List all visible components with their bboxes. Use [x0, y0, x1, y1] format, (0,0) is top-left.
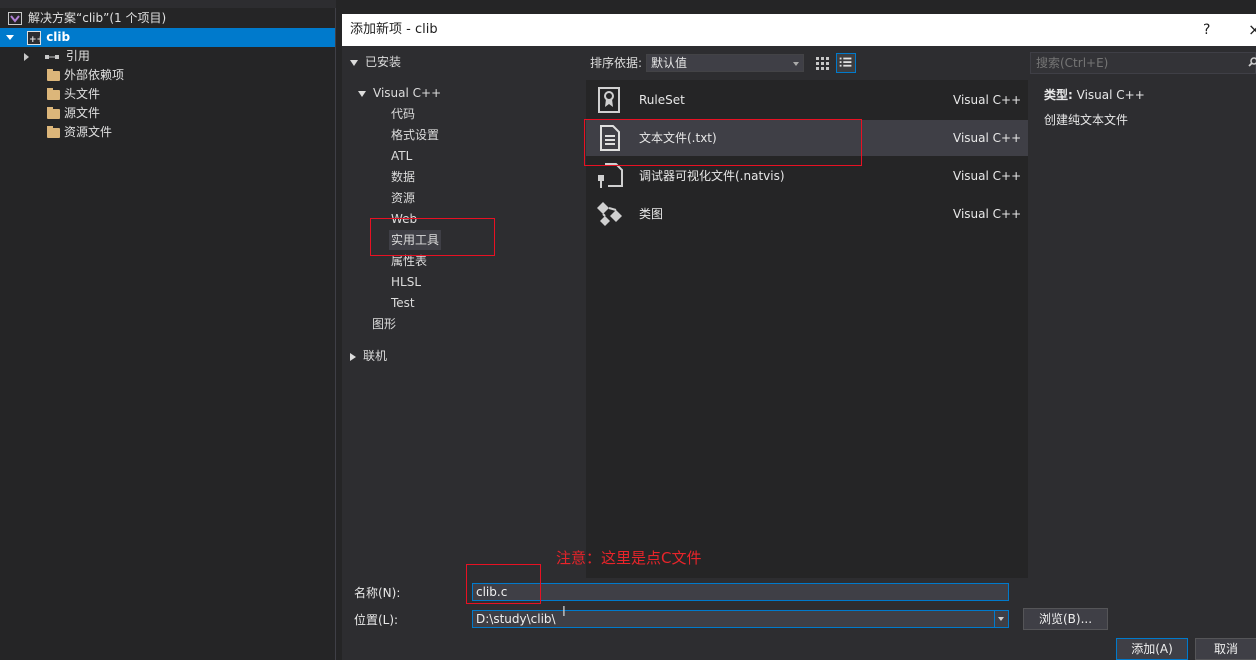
annotation-box-utility [370, 218, 495, 256]
solution-label: 解决方案“clib”(1 个项目) [28, 11, 167, 25]
project-label: clib [46, 30, 71, 44]
expand-arrow-icon[interactable] [6, 35, 14, 40]
annotation-box-name [466, 564, 541, 604]
category-data[interactable]: 数据 [391, 167, 415, 187]
annotation-box-text-file [584, 119, 862, 166]
references-icon [44, 54, 59, 59]
info-description: 创建纯文本文件 [1044, 113, 1129, 127]
add-new-item-dialog: 添加新项 - clib ? × 已安装 Visual C++ 代码 格式设置 A… [342, 14, 1256, 660]
info-type-value: Visual C++ [1076, 88, 1145, 102]
tree-item-header-files[interactable]: 头文件 [47, 85, 100, 104]
category-label: 资源 [391, 191, 416, 205]
category-label: 已安装 [365, 55, 402, 69]
external-deps-icon [47, 68, 60, 81]
collapse-arrow-icon[interactable] [350, 352, 356, 361]
sort-label: 排序依据: [590, 56, 643, 70]
category-test[interactable]: Test [391, 293, 415, 313]
grid-view-icon[interactable] [812, 53, 832, 73]
tree-item-source-files[interactable]: 源文件 [47, 104, 100, 123]
tree-item-label: 资源文件 [64, 125, 113, 139]
category-formatting[interactable]: 格式设置 [391, 125, 439, 145]
expand-arrow-icon[interactable] [350, 59, 358, 66]
folder-icon [47, 87, 60, 100]
search-icon[interactable] [1248, 57, 1256, 67]
category-resource[interactable]: 资源 [391, 188, 415, 208]
collapse-arrow-icon[interactable] [24, 52, 29, 61]
folder-icon [47, 125, 60, 138]
category-label: Visual C++ [373, 86, 442, 100]
category-label: 格式设置 [391, 128, 440, 142]
sort-toolbar: 排序依据: 默认值 [586, 46, 1028, 80]
category-hlsl[interactable]: HLSL [391, 272, 421, 292]
cancel-button[interactable]: 取消 [1195, 638, 1256, 660]
location-combobox[interactable]: D:\study\clib\ [472, 610, 1009, 628]
dialog-title: 添加新项 - clib [350, 22, 438, 37]
category-label: 代码 [391, 107, 416, 121]
natvis-file-icon [598, 163, 623, 188]
search-input[interactable] [1030, 52, 1256, 74]
location-label: 位置(L): [354, 613, 399, 627]
category-visual-cpp[interactable]: Visual C++ [358, 83, 441, 103]
folder-icon [47, 106, 60, 119]
template-lang: Visual C++ [953, 207, 1022, 221]
template-name: RuleSet [639, 93, 685, 107]
category-label: ATL [391, 149, 413, 163]
tree-item-label: 源文件 [64, 106, 101, 120]
template-lang: Visual C++ [953, 93, 1022, 107]
solution-icon [8, 12, 22, 25]
tree-item-label: 引用 [65, 49, 90, 63]
tree-item-label: 外部依赖项 [64, 68, 125, 82]
solution-node[interactable]: 解决方案“clib”(1 个项目) [8, 9, 166, 28]
list-view-icon[interactable] [836, 53, 856, 73]
tree-item-resource-files[interactable]: 资源文件 [47, 123, 112, 142]
sort-dropdown-value: 默认值 [651, 56, 688, 70]
sort-dropdown[interactable]: 默认值 [646, 54, 804, 72]
info-type: 类型: Visual C++ [1044, 86, 1145, 103]
ruleset-icon [598, 87, 620, 113]
expand-arrow-icon[interactable] [358, 90, 366, 97]
svg-text:++: ++ [29, 35, 41, 45]
add-button[interactable]: 添加(A) [1116, 638, 1188, 660]
location-dropdown-toggle[interactable] [994, 611, 1008, 627]
tree-item-label: 头文件 [64, 87, 101, 101]
info-type-label: 类型: [1044, 88, 1073, 102]
dialog-titlebar: 添加新项 - clib ? × [342, 14, 1256, 46]
chevron-down-icon [793, 62, 799, 66]
solution-explorer-header-strip [0, 0, 336, 8]
cpp-project-icon: ++ [27, 30, 42, 45]
template-item-class-diagram[interactable]: 类图 Visual C++ [586, 196, 1028, 232]
text-cursor-icon: I [562, 605, 566, 620]
close-button[interactable]: × [1248, 14, 1256, 46]
name-input[interactable]: clib.c [472, 583, 1009, 601]
category-graphics[interactable]: 图形 [372, 314, 396, 334]
category-pane [342, 46, 584, 578]
template-item-ruleset[interactable]: RuleSet Visual C++ [586, 82, 1028, 118]
category-label: 图形 [372, 317, 397, 331]
category-atl[interactable]: ATL [391, 146, 412, 166]
template-lang: Visual C++ [953, 131, 1022, 145]
category-label: Test [391, 296, 415, 310]
template-lang: Visual C++ [953, 169, 1022, 183]
tree-item-references[interactable]: 引用 [24, 47, 90, 66]
help-button[interactable]: ? [1203, 14, 1210, 46]
browse-button[interactable]: 浏览(B)... [1023, 608, 1108, 630]
category-code[interactable]: 代码 [391, 104, 415, 124]
template-name: 类图 [639, 207, 664, 221]
chevron-down-icon [998, 617, 1004, 621]
project-node-clib[interactable]: ++ clib [0, 28, 335, 47]
annotation-note: 注意：这里是点C文件 [556, 549, 702, 567]
category-online[interactable]: 联机 [350, 346, 387, 366]
category-label: 数据 [391, 170, 416, 184]
name-label: 名称(N): [354, 586, 401, 600]
solution-explorer: 解决方案“clib”(1 个项目) ++ clib 引用 外部依赖项 头文件 源… [0, 0, 336, 660]
category-installed[interactable]: 已安装 [350, 52, 401, 72]
tree-item-external-deps[interactable]: 外部依赖项 [47, 66, 124, 85]
location-value: D:\study\clib\ [476, 612, 556, 626]
class-diagram-icon [597, 202, 622, 226]
category-label: 联机 [363, 349, 388, 363]
category-label: 属性表 [391, 254, 428, 268]
category-label: HLSL [391, 275, 422, 289]
